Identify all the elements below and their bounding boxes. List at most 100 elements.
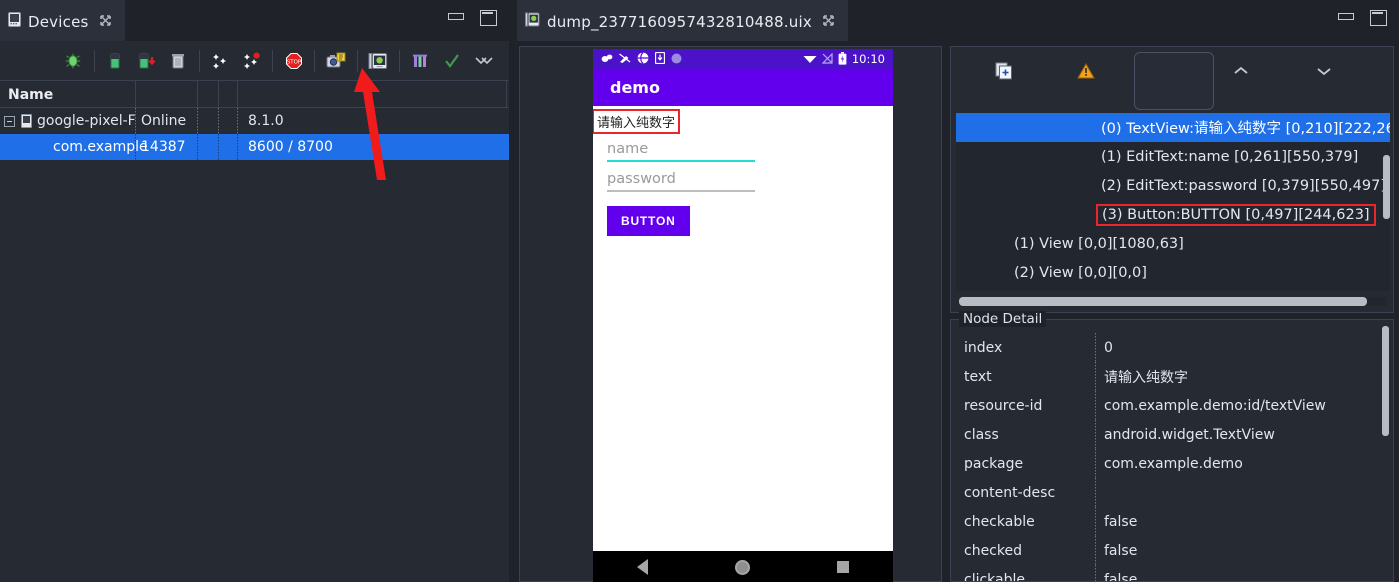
back-icon[interactable] xyxy=(636,559,648,575)
tree-node-view-2[interactable]: (2) View [0,0][0,0] xyxy=(956,258,1390,287)
node-tree-pane: (0) TextView:请输入纯数字 [0,210][222,261] (1)… xyxy=(950,46,1394,313)
tree-node-button[interactable]: (3) Button:BUTTON [0,497][244,623] xyxy=(956,200,1390,229)
download-icon xyxy=(654,51,666,66)
method-profiling-icon[interactable] xyxy=(236,46,267,76)
uix-window-buttons xyxy=(1337,9,1387,26)
password-field[interactable]: password xyxy=(607,171,755,192)
column-header-5[interactable] xyxy=(238,81,506,108)
mute-icon xyxy=(619,53,631,66)
devices-view-panel: Devices STOP Name google-pixel-F Online … xyxy=(0,0,509,582)
detail-vertical-scrollbar[interactable] xyxy=(1382,326,1389,436)
devices-table-header: Name xyxy=(0,80,509,108)
detail-row-checked[interactable]: checked false xyxy=(952,536,1394,565)
tree-node-label: (1) View [0,0][1080,63] xyxy=(1014,235,1184,252)
tree-node-edittext-name[interactable]: (1) EditText:name [0,261][550,379] xyxy=(956,142,1390,171)
tree-node-label: (1) EditText:name [0,261][550,379] xyxy=(1101,148,1359,165)
node-detail-table[interactable]: index 0 text 请输入纯数字 resource-id com.exam… xyxy=(952,333,1394,581)
name-field[interactable]: name xyxy=(607,141,755,162)
warning-icon[interactable] xyxy=(1071,47,1101,95)
tab-uix-label: dump_2377160957432810488.uix xyxy=(547,12,812,31)
demo-button[interactable]: BUTTON xyxy=(607,206,690,236)
tab-devices-close-icon[interactable] xyxy=(99,14,111,29)
detail-key: package xyxy=(964,455,1024,472)
column-header-4[interactable] xyxy=(219,81,237,108)
textview-hint-label[interactable]: 请输入纯数字 xyxy=(593,109,681,134)
application-window: Devices STOP Name google-pixel-F Online … xyxy=(0,0,1399,582)
capture-system-wide-trace-icon[interactable] xyxy=(405,46,436,76)
dump-view-hierarchy-icon[interactable] xyxy=(363,46,394,76)
reset-adb-icon[interactable] xyxy=(436,46,467,76)
preview-box[interactable] xyxy=(1134,52,1214,110)
app-title: demo xyxy=(610,78,660,97)
chevron-up-icon[interactable] xyxy=(1226,47,1256,95)
column-header-2[interactable] xyxy=(136,81,197,108)
tree-node-label: (2) EditText:password [0,379][550,497] xyxy=(1101,177,1386,194)
maximize-icon[interactable] xyxy=(479,9,497,26)
detail-key: resource-id xyxy=(964,397,1043,414)
battery-icon xyxy=(838,51,847,67)
signal-off-icon xyxy=(821,52,833,66)
tree-vertical-scrollbar[interactable] xyxy=(1383,155,1390,219)
dump-hprof-icon[interactable] xyxy=(131,46,162,76)
screenshot-pane[interactable]: 10:10 demo 请输入纯数字 name password BUTTON xyxy=(519,46,942,582)
detail-value: com.example.demo:id/textView xyxy=(1104,397,1326,414)
android-status-bar: 10:10 xyxy=(593,49,893,69)
open-file-icon[interactable] xyxy=(989,47,1019,95)
detail-row-package[interactable]: package com.example.demo xyxy=(952,449,1394,478)
view-menu-icon[interactable] xyxy=(468,46,499,76)
tab-uix-dump[interactable]: dump_2377160957432810488.uix xyxy=(517,0,848,41)
detail-key: checked xyxy=(964,542,1022,559)
detail-row-text[interactable]: text 请输入纯数字 xyxy=(952,362,1394,391)
chevron-down-icon[interactable] xyxy=(1309,47,1339,95)
table-row[interactable]: google-pixel-F Online 8.1.0 xyxy=(0,108,509,134)
android-app-bar: demo xyxy=(593,69,893,106)
devices-toolbar: STOP xyxy=(0,41,509,80)
heap-updates-icon[interactable] xyxy=(99,46,130,76)
tree-node-label: (2) View [0,0][0,0] xyxy=(1014,264,1147,281)
tree-node-label: (0) TextView:请输入纯数字 [0,210][222,261] xyxy=(1101,121,1390,137)
tree-node-view-1[interactable]: (1) View [0,0][1080,63] xyxy=(956,229,1390,258)
table-row[interactable]: com.example 14387 8600 / 8700 xyxy=(0,134,509,160)
minimize-icon[interactable] xyxy=(1337,9,1354,23)
detail-row-checkable[interactable]: checkable false xyxy=(952,507,1394,536)
tree-node-edittext-password[interactable]: (2) EditText:password [0,379][550,497] xyxy=(956,171,1390,200)
recents-icon[interactable] xyxy=(837,561,850,573)
column-header-3[interactable] xyxy=(198,81,218,108)
android-nav-bar xyxy=(593,551,893,582)
svg-text:STOP: STOP xyxy=(287,59,302,65)
tab-uix-close-icon[interactable] xyxy=(823,14,834,29)
cause-gc-icon[interactable] xyxy=(162,46,193,76)
home-icon[interactable] xyxy=(734,559,750,575)
uix-file-icon xyxy=(525,12,540,31)
tree-node-label: (3) Button:BUTTON [0,497][244,623] xyxy=(1096,203,1376,226)
tab-devices-label: Devices xyxy=(28,12,89,31)
detail-row-index[interactable]: index 0 xyxy=(952,333,1394,362)
status-bar-left-icons xyxy=(601,51,803,66)
detail-row-clickable[interactable]: clickable false xyxy=(952,565,1394,581)
uiautomator-viewer-panel: dump_2377160957432810488.uix 10:10 demo … xyxy=(509,0,1399,582)
screen-capture-icon[interactable] xyxy=(320,46,351,76)
node-tree-toolbar xyxy=(951,47,1393,110)
node-detail-pane: Node Detail index 0 text 请输入纯数字 resource… xyxy=(950,311,1394,582)
detail-row-content-desc[interactable]: content-desc xyxy=(952,478,1394,507)
detail-row-resource-id[interactable]: resource-id com.example.demo:id/textView xyxy=(952,391,1394,420)
row-expander[interactable] xyxy=(4,108,15,134)
thread-updates-icon[interactable] xyxy=(204,46,235,76)
detail-key: content-desc xyxy=(964,484,1056,501)
detail-key: class xyxy=(964,426,999,443)
node-tree-list[interactable]: (0) TextView:请输入纯数字 [0,210][222,261] (1)… xyxy=(956,113,1390,291)
tree-horizontal-scrollbar[interactable] xyxy=(959,297,1367,306)
tree-node-textview[interactable]: (0) TextView:请输入纯数字 [0,210][222,261] xyxy=(956,113,1390,142)
wifi-icon xyxy=(803,53,817,66)
node-detail-title: Node Detail xyxy=(959,311,1047,327)
stop-process-icon[interactable]: STOP xyxy=(278,46,309,76)
debug-process-icon[interactable] xyxy=(57,46,88,76)
minimize-icon[interactable] xyxy=(447,9,464,23)
detail-key: index xyxy=(964,339,1003,356)
maximize-icon[interactable] xyxy=(1369,9,1387,26)
tab-devices[interactable]: Devices xyxy=(0,0,125,41)
device-screenshot[interactable]: 10:10 demo 请输入纯数字 name password BUTTON xyxy=(593,49,893,582)
detail-value: com.example.demo xyxy=(1104,455,1243,472)
column-header-name[interactable]: Name xyxy=(0,81,135,108)
detail-row-class[interactable]: class android.widget.TextView xyxy=(952,420,1394,449)
